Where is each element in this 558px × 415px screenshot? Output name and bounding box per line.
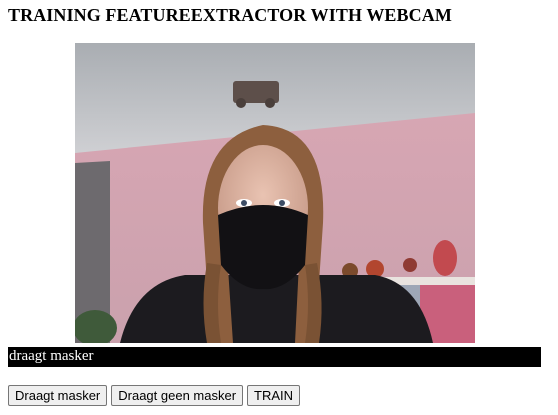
train-button[interactable]: TRAIN xyxy=(247,385,301,406)
prediction-label: draagt masker xyxy=(8,347,541,367)
page-title: TRAINING FEATUREEXTRACTOR WITH WEBCAM xyxy=(8,5,452,25)
webcam-video xyxy=(75,43,475,343)
button-bar: Draagt masker Draagt geen masker TRAIN xyxy=(8,385,301,406)
wears-mask-button[interactable]: Draagt masker xyxy=(8,385,108,406)
no-mask-button[interactable]: Draagt geen masker xyxy=(111,385,244,406)
